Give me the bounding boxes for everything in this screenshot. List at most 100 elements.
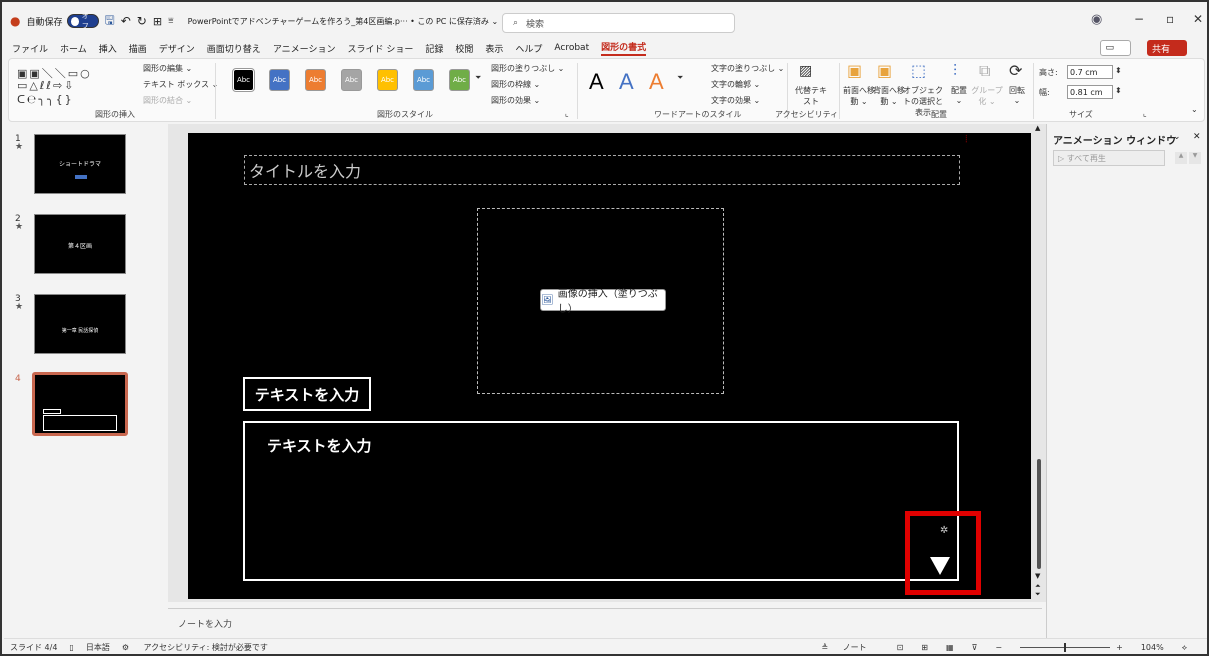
wordart-black[interactable]: A: [589, 69, 604, 95]
rotate-button[interactable]: 回転 ⌄: [1005, 85, 1029, 105]
normal-view-icon[interactable]: ⊡: [897, 643, 904, 652]
textbox-button[interactable]: テキスト ボックス ⌄: [143, 79, 218, 90]
document-title[interactable]: PowerPointでアドベンチャーゲームを作ろう_第4区画編.p··· • こ…: [188, 16, 499, 27]
comments-button[interactable]: ▭: [1100, 40, 1131, 56]
group-icon[interactable]: ⧉: [979, 61, 990, 81]
minimize-icon[interactable]: −: [1134, 12, 1144, 26]
merge-shapes-button[interactable]: 図形の結合 ⌄: [143, 95, 192, 106]
slide-thumbnail-1[interactable]: ショートドラマ: [34, 134, 126, 194]
alt-text-icon[interactable]: ▨: [799, 63, 812, 79]
notes-pane[interactable]: ノートを入力: [168, 608, 1042, 638]
vertical-scrollbar[interactable]: ▲ ▼ ⏶ ⏷: [1032, 124, 1046, 602]
menu-item-review[interactable]: 校閲: [455, 42, 473, 55]
edit-shape-button[interactable]: 図形の編集 ⌄: [143, 63, 192, 74]
height-input[interactable]: 0.7 cm: [1067, 65, 1113, 79]
menu-item-home[interactable]: ホーム: [60, 42, 87, 55]
shapes-gallery-row2-icon[interactable]: ▭△ℓℓ⇨⇩: [17, 79, 75, 92]
pane-close-icon[interactable]: ✕: [1193, 132, 1201, 142]
search-input[interactable]: ⌕ 検索: [502, 13, 735, 33]
send-backward-icon[interactable]: ▣: [877, 61, 892, 80]
style-swatch-green[interactable]: Abc: [449, 69, 470, 91]
slide-canvas[interactable]: タイトルを入力 ┊ 🖼 画像の挿入（塗りつぶし） テキストを入力 テキストを入力 …: [188, 133, 1031, 599]
text-outline-button[interactable]: 文字の輪郭 ⌄: [711, 79, 760, 90]
notes-toggle[interactable]: ≜ ノート: [821, 642, 878, 653]
style-swatch-gold[interactable]: Abc: [377, 69, 398, 91]
alt-text-button[interactable]: 代替テキスト: [793, 85, 829, 107]
style-swatch-lightblue[interactable]: Abc: [413, 69, 434, 91]
zoom-slider[interactable]: [1020, 643, 1111, 652]
present-icon[interactable]: ⊞: [153, 15, 162, 28]
next-triangle-icon[interactable]: [930, 557, 950, 575]
menu-item-file[interactable]: ファイル: [12, 42, 48, 55]
menu-item-draw[interactable]: 描画: [129, 42, 147, 55]
restore-icon[interactable]: ▫: [1166, 12, 1174, 26]
shape-styles-launcher-icon[interactable]: ⌞: [565, 109, 569, 118]
shape-outline-button[interactable]: 図形の枠線 ⌄: [491, 79, 540, 90]
slide-thumbnail-4[interactable]: [32, 372, 128, 436]
close-icon[interactable]: ✕: [1193, 12, 1203, 26]
style-swatch-blue[interactable]: Abc: [269, 69, 290, 91]
sorter-view-icon[interactable]: ⊞: [921, 643, 928, 652]
group-button[interactable]: グループ化 ⌄: [971, 85, 1003, 107]
shape-fill-button[interactable]: 図形の塗りつぶし ⌄: [491, 63, 564, 74]
width-input[interactable]: 0.81 cm: [1067, 85, 1113, 99]
menu-item-record[interactable]: 記録: [425, 42, 443, 55]
size-launcher-icon[interactable]: ⌞: [1143, 109, 1147, 118]
menu-item-animations[interactable]: アニメーション: [273, 42, 336, 55]
shapes-gallery-row3-icon[interactable]: ᑕ℮╮╮{}: [17, 93, 74, 106]
wordart-orange[interactable]: A: [649, 69, 664, 95]
undo-icon[interactable]: ↶: [121, 14, 131, 28]
reading-view-icon[interactable]: ▦: [946, 643, 954, 652]
menu-item-acrobat[interactable]: Acrobat: [554, 43, 589, 53]
align-icon[interactable]: ⫶: [953, 61, 957, 81]
menu-item-insert[interactable]: 挿入: [99, 42, 117, 55]
menu-item-transitions[interactable]: 画面切り替え: [207, 42, 261, 55]
fit-slide-icon[interactable]: ⟡: [1182, 643, 1187, 653]
image-placeholder[interactable]: 🖼 画像の挿入（塗りつぶし）: [477, 208, 724, 394]
autosave-toggle[interactable]: オフ: [66, 12, 99, 30]
height-spinner-icon[interactable]: ⬍: [1115, 66, 1122, 75]
share-button[interactable]: 共有: [1146, 40, 1187, 56]
slide-thumbnail-3[interactable]: 第一章 民話探偵: [34, 294, 126, 354]
save-icon[interactable]: 🖫: [105, 11, 115, 32]
spellcheck-icon[interactable]: ▯: [69, 643, 73, 652]
slideshow-view-icon[interactable]: ⊽: [972, 643, 978, 652]
move-down-icon[interactable]: ▼: [1189, 152, 1201, 164]
account-avatar[interactable]: ◉: [1091, 12, 1102, 27]
text-effects-button[interactable]: 文字の効果 ⌄: [711, 95, 760, 106]
ribbon-collapse-icon[interactable]: ⌄: [1191, 105, 1198, 114]
style-swatch-orange[interactable]: Abc: [305, 69, 326, 91]
align-button[interactable]: 配置 ⌄: [947, 85, 971, 105]
scroll-thumb[interactable]: [1037, 459, 1041, 569]
menu-item-view[interactable]: 表示: [485, 42, 503, 55]
text-fill-button[interactable]: 文字の塗りつぶし ⌄: [711, 63, 784, 74]
play-all-button[interactable]: ▷ すべて再生: [1053, 150, 1165, 166]
menu-item-shape-format[interactable]: 図形の書式: [601, 40, 647, 56]
menu-item-design[interactable]: デザイン: [159, 42, 195, 55]
zoom-in-icon[interactable]: +: [1116, 643, 1123, 652]
wordart-more-icon[interactable]: ⏷: [677, 73, 683, 83]
zoom-level[interactable]: 104%: [1141, 643, 1164, 652]
width-spinner-icon[interactable]: ⬍: [1115, 86, 1122, 95]
style-swatch-black[interactable]: Abc: [232, 68, 255, 92]
pane-options-icon[interactable]: ⌄: [1173, 132, 1181, 142]
accessibility-status[interactable]: ⚙ アクセシビリティ: 検討が必要です: [122, 642, 280, 653]
text-placeholder-large[interactable]: テキストを入力: [243, 421, 959, 581]
redo-icon[interactable]: ↻: [137, 14, 147, 28]
scroll-down-icon[interactable]: ▼: [1035, 572, 1040, 580]
text-placeholder-small[interactable]: テキストを入力: [243, 377, 371, 411]
selection-pane-icon[interactable]: ⬚: [911, 61, 926, 80]
title-placeholder[interactable]: タイトルを入力: [244, 155, 960, 185]
bring-forward-button[interactable]: 前面へ移動 ⌄: [843, 85, 875, 107]
move-up-icon[interactable]: ▲: [1175, 152, 1187, 164]
style-swatch-gray[interactable]: Abc: [341, 69, 362, 91]
next-slide-icon[interactable]: ⏷: [1035, 590, 1041, 599]
slide-thumbnail-2[interactable]: 第４区画: [34, 214, 126, 274]
style-gallery-more-icon[interactable]: ⏷: [475, 73, 481, 83]
bring-forward-icon[interactable]: ▣: [847, 61, 862, 80]
rotate-icon[interactable]: ⟳: [1009, 61, 1022, 80]
shape-effects-button[interactable]: 図形の効果 ⌄: [491, 95, 540, 106]
language-indicator[interactable]: 日本語: [86, 642, 110, 653]
menu-item-slideshow[interactable]: スライド ショー: [347, 42, 413, 55]
menu-item-help[interactable]: ヘルプ: [515, 42, 542, 55]
